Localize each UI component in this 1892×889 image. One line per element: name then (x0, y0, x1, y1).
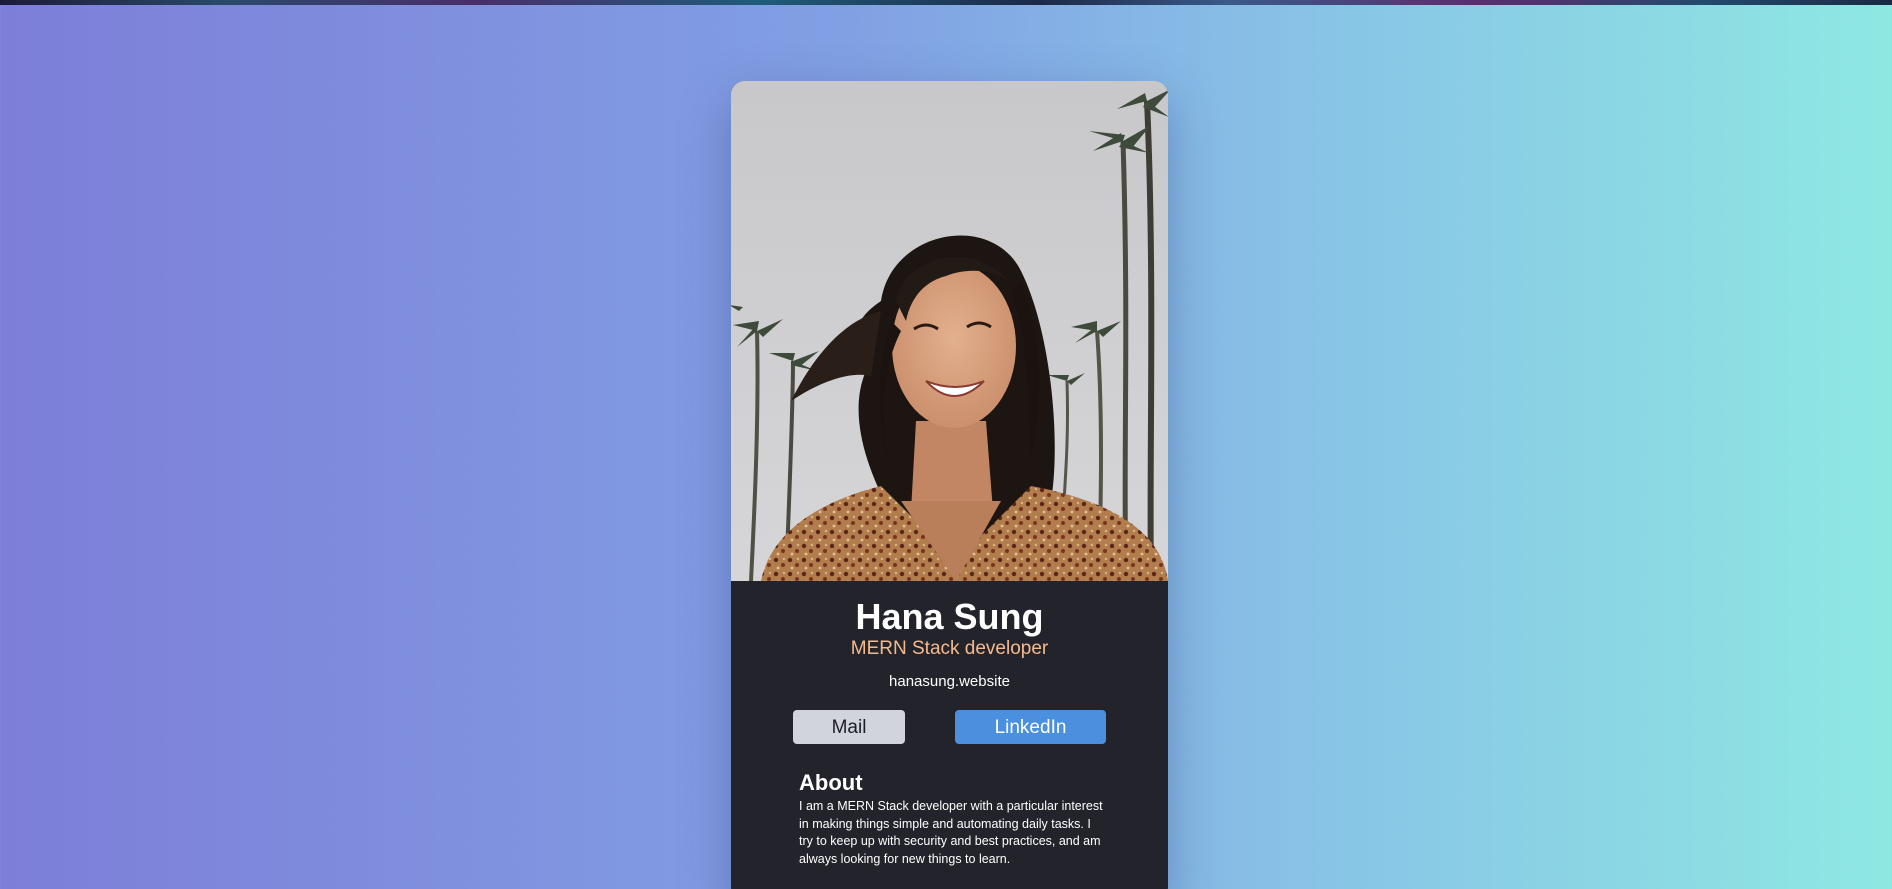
about-text: I am a MERN Stack developer with a parti… (799, 799, 1103, 866)
profile-info: Hana Sung MERN Stack developer hanasung.… (731, 581, 1168, 868)
top-accent-strip (0, 0, 1892, 5)
about-title: About (799, 770, 863, 795)
mail-button[interactable]: Mail (793, 710, 905, 744)
profile-name: Hana Sung (855, 596, 1044, 637)
profile-role: MERN Stack developer (850, 638, 1049, 659)
profile-card: Hana Sung MERN Stack developer hanasung.… (731, 81, 1168, 889)
contact-buttons: Mail LinkedIn (731, 710, 1168, 746)
about-section: About I am a MERN Stack developer with a… (731, 770, 1168, 868)
portrait-photo-icon (731, 81, 1168, 581)
linkedin-button[interactable]: LinkedIn (955, 710, 1106, 744)
profile-website-link[interactable]: hanasung.website (731, 673, 1168, 691)
profile-photo (731, 81, 1168, 581)
